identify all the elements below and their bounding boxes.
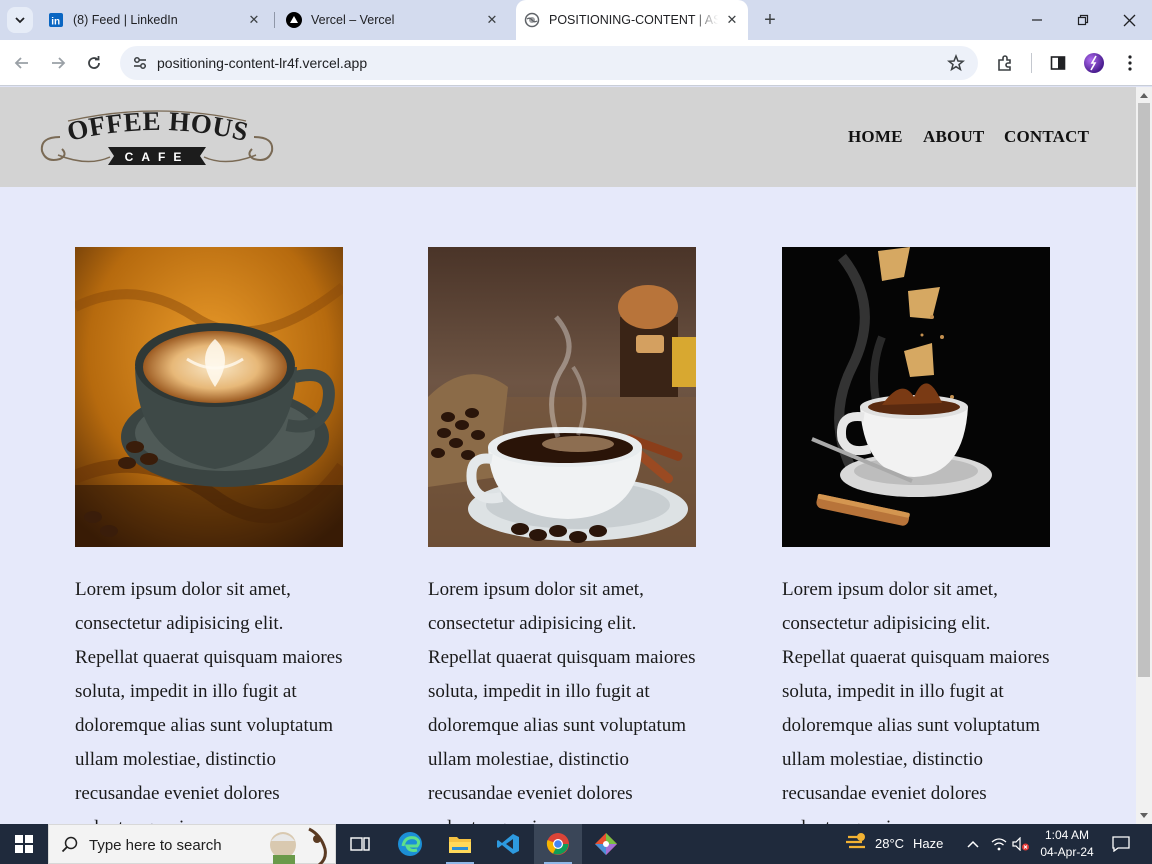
windows-icon (15, 835, 33, 853)
tab-title: (8) Feed | LinkedIn (73, 13, 178, 27)
arrow-right-icon (52, 57, 66, 69)
side-panel-icon[interactable] (1046, 51, 1070, 75)
new-tab-button[interactable]: + (758, 8, 782, 32)
toolbar-divider (1031, 53, 1032, 73)
start-button[interactable] (0, 824, 48, 864)
chevron-down-icon (15, 17, 25, 24)
reload-icon (88, 56, 100, 69)
svg-text:COFFEE HOUSE: COFFEE HOUSE (38, 107, 251, 147)
svg-text:in: in (51, 17, 60, 28)
nav-home[interactable]: HOME (848, 127, 903, 147)
arrow-left-icon (14, 57, 28, 69)
task-view-icon (350, 837, 370, 851)
taskbar-git[interactable] (582, 824, 630, 864)
url-text[interactable]: positioning-content-lr4f.vercel.app (157, 55, 367, 71)
address-bar[interactable]: positioning-content-lr4f.vercel.app (120, 46, 978, 80)
close-icon[interactable]: ✕ (246, 12, 262, 28)
minimize-button[interactable] (1014, 0, 1060, 40)
tab-search-button[interactable] (7, 7, 33, 33)
search-highlight-illustration (270, 827, 327, 864)
clock-time: 1:04 AM (1044, 828, 1090, 842)
card-text: Lorem ipsum dolor sit amet, consectetur … (75, 579, 343, 824)
card-text: Lorem ipsum dolor sit amet, consectetur … (428, 579, 696, 824)
scroll-up-arrow[interactable] (1136, 87, 1152, 103)
extensions-icon[interactable] (993, 51, 1017, 75)
restore-button[interactable] (1060, 0, 1106, 40)
content-card: Lorem ipsum dolor sit amet, consectetur … (782, 247, 1050, 824)
folder-icon (449, 837, 471, 853)
content-card: Lorem ipsum dolor sit amet, consectetur … (428, 247, 696, 824)
logo-main-text: COFFEE HOUSE (28, 87, 251, 147)
tab-title: Vercel – Vercel (311, 13, 395, 27)
tab-linkedin[interactable]: in (8) Feed | LinkedIn ✕ (40, 6, 270, 34)
close-icon[interactable]: ✕ (484, 12, 500, 28)
profile-avatar[interactable] (1084, 53, 1104, 73)
close-icon[interactable]: ✕ (724, 12, 740, 28)
search-icon (61, 836, 78, 853)
vscode-icon (497, 834, 519, 854)
coffee-house-logo[interactable]: COFFEE HOUSE CAFE (28, 87, 276, 171)
git-icon (595, 833, 617, 855)
notification-icon[interactable] (1110, 834, 1132, 854)
browser-toolbar: positioning-content-lr4f.vercel.app (0, 40, 1152, 86)
forward-button[interactable] (44, 49, 72, 77)
page-viewport: COFFEE HOUSE CAFE HOME ABOUT CONTACT (0, 87, 1136, 824)
nav-contact[interactable]: CONTACT (1004, 127, 1089, 147)
taskbar-vscode[interactable] (484, 824, 532, 864)
card-text: Lorem ipsum dolor sit amet, consectetur … (782, 579, 1050, 824)
tab-strip: in (8) Feed | LinkedIn ✕ Vercel – Vercel… (0, 0, 1152, 40)
content-card: Lorem ipsum dolor sit amet, consectetur … (75, 247, 343, 824)
tab-title: POSITIONING-CONTENT | ASSIGNMENT (549, 13, 718, 27)
weather-condition[interactable]: Haze (913, 836, 943, 851)
weather-temp[interactable]: 28°C (875, 836, 904, 851)
steaming-coffee-photo (428, 247, 696, 547)
page-scrollbar[interactable] (1136, 87, 1152, 824)
scroll-down-arrow[interactable] (1136, 808, 1152, 824)
globe-icon (524, 12, 540, 28)
tab-positioning-content[interactable]: POSITIONING-CONTENT | ASSIGNMENT ✕ (516, 0, 748, 40)
linkedin-icon: in (48, 12, 64, 28)
minimize-icon (1032, 19, 1042, 21)
clock-date: 04-Apr-24 (1040, 845, 1094, 859)
splashing-coffee-photo (782, 247, 1050, 547)
taskbar-search-box[interactable]: Type here to search (48, 824, 336, 864)
logo-sub-text: CAFE (125, 150, 190, 164)
close-window-button[interactable] (1106, 0, 1152, 40)
task-view-button[interactable] (336, 824, 384, 864)
tab-vercel[interactable]: Vercel – Vercel ✕ (278, 6, 508, 34)
scroll-thumb[interactable] (1138, 103, 1150, 677)
windows-taskbar: Type here to search 28°C Haze 1:04 AM 04… (0, 824, 1152, 864)
site-header: COFFEE HOUSE CAFE HOME ABOUT CONTACT (0, 87, 1136, 187)
edge-icon (398, 832, 422, 856)
taskbar-chrome[interactable] (534, 824, 582, 864)
show-hidden-icons-chevron-icon[interactable] (963, 834, 983, 854)
back-button[interactable] (8, 49, 36, 77)
plus-icon: + (764, 8, 776, 31)
tab-separator (274, 12, 275, 28)
nav-about[interactable]: ABOUT (923, 127, 984, 147)
bookmark-star-icon[interactable] (946, 53, 966, 73)
search-placeholder: Type here to search (89, 837, 222, 854)
wifi-icon[interactable] (989, 834, 1009, 854)
volume-muted-icon[interactable] (1011, 834, 1031, 854)
weather-icon[interactable] (843, 832, 869, 852)
taskbar-file-explorer[interactable] (436, 824, 484, 864)
close-icon (1123, 14, 1135, 26)
latte-art-photo (75, 247, 343, 547)
vercel-icon (286, 12, 302, 28)
taskbar-clock[interactable]: 1:04 AM 04-Apr-24 (1036, 827, 1098, 861)
taskbar-edge[interactable] (386, 824, 434, 864)
site-info-icon[interactable] (130, 53, 150, 73)
reload-button[interactable] (80, 49, 108, 77)
chrome-icon (546, 833, 569, 855)
menu-kebab-icon[interactable] (1118, 51, 1142, 75)
restore-icon (1077, 14, 1089, 26)
